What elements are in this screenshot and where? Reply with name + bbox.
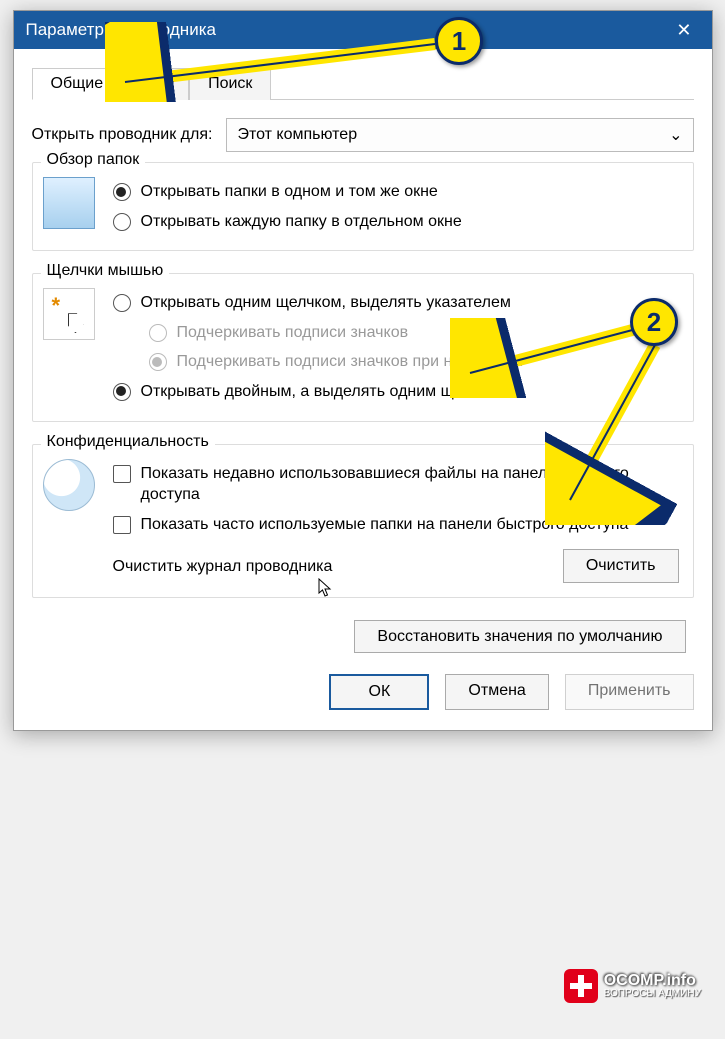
radio-underline-all [149, 324, 167, 342]
history-icon [43, 459, 95, 511]
annotation-badge-2: 2 [630, 298, 678, 346]
radio-underline-hover [149, 353, 167, 371]
radio-new-window[interactable] [113, 213, 131, 231]
group-privacy-title: Конфиденциальность [41, 433, 215, 451]
apply-button: Применить [565, 674, 694, 710]
check-frequent-folders[interactable] [113, 516, 131, 534]
label-same-window: Открывать папки в одном и том же окне [141, 181, 438, 203]
cursor-click-icon [43, 288, 95, 340]
restore-defaults-button[interactable]: Восстановить значения по умолчанию [354, 620, 685, 653]
annotation-arrow-1 [105, 22, 445, 102]
watermark-title: OCOMP.info [604, 973, 701, 989]
radio-same-window[interactable] [113, 183, 131, 201]
annotation-arrow-2b [545, 335, 685, 525]
open-explorer-combo[interactable]: Этот компьютер ⌄ [226, 118, 693, 152]
watermark-subtitle: ВОПРОСЫ АДМИНУ [604, 989, 701, 999]
dialog-buttons: ОК Отмена Применить [32, 674, 694, 710]
group-click-items-title: Щелчки мышью [41, 262, 170, 280]
open-explorer-row: Открыть проводник для: Этот компьютер ⌄ [32, 118, 694, 152]
ok-button[interactable]: ОК [329, 674, 429, 710]
plus-icon [564, 969, 598, 1003]
group-folder-browse-title: Обзор папок [41, 151, 146, 169]
clear-button[interactable]: Очистить [563, 549, 679, 583]
open-explorer-label: Открыть проводник для: [32, 126, 213, 144]
radio-double-click[interactable] [113, 383, 131, 401]
combo-value: Этот компьютер [237, 126, 357, 144]
label-new-window: Открывать каждую папку в отдельном окне [141, 211, 462, 233]
check-recent-files[interactable] [113, 465, 131, 483]
restore-row: Восстановить значения по умолчанию [32, 628, 686, 646]
close-icon[interactable]: ✕ [668, 20, 699, 41]
mouse-cursor-icon [318, 578, 332, 598]
annotation-badge-1: 1 [435, 17, 483, 65]
label-underline-all: Подчеркивать подписи значков [177, 322, 409, 344]
cancel-button[interactable]: Отмена [445, 674, 548, 710]
chevron-down-icon: ⌄ [669, 125, 682, 145]
folder-window-icon [43, 177, 95, 229]
group-folder-browse: Обзор папок Открывать папки в одном и то… [32, 162, 694, 251]
label-clear-history: Очистить журнал проводника [113, 556, 333, 578]
watermark: OCOMP.info ВОПРОСЫ АДМИНУ [564, 969, 701, 1003]
label-single-click: Открывать одним щелчком, выделять указат… [141, 292, 511, 314]
radio-single-click[interactable] [113, 294, 131, 312]
